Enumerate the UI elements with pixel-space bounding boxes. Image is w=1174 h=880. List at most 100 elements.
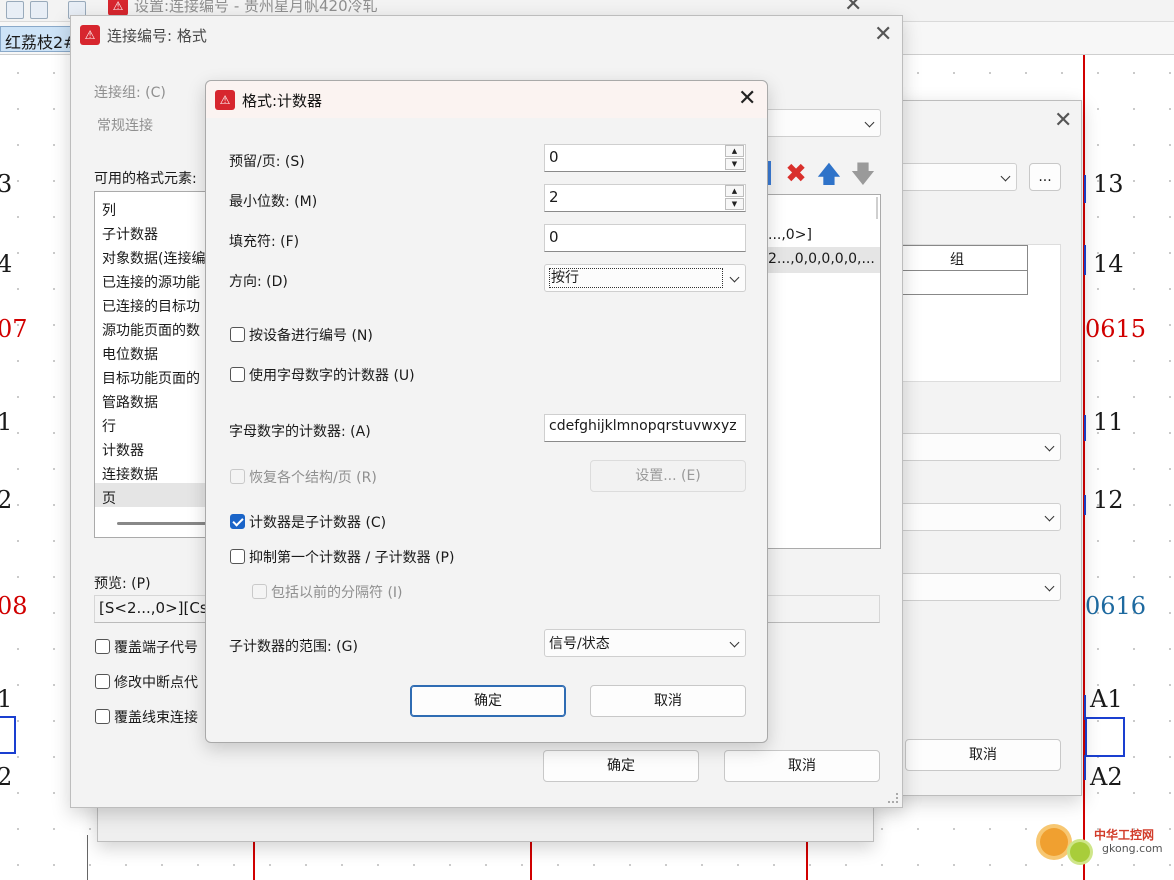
format-list[interactable]: ...,0>] 2...,0,0,0,0,0,... [761, 194, 881, 549]
close-icon[interactable]: ✕ [738, 88, 756, 110]
min-digits-label: 最小位数: (M) [229, 194, 318, 210]
list-item[interactable]: 计数器 [102, 440, 144, 460]
delete-icon[interactable]: ✖ [782, 160, 810, 188]
right-number: A2 [1090, 763, 1123, 791]
min-digits-up-icon[interactable]: ▲ [725, 185, 744, 197]
wire-line [806, 840, 808, 880]
list-item[interactable]: 管路数据 [102, 392, 158, 412]
watermark-gear-icon [1040, 828, 1068, 856]
cancel-button[interactable]: 取消 [724, 750, 880, 782]
include-separator-label[interactable]: 包括以前的分隔符 (I) [271, 582, 403, 602]
subcounter-range-select[interactable]: 信号/状态 [544, 629, 746, 657]
format-item[interactable]: ...,0>] [768, 227, 812, 243]
resize-grip-icon[interactable] [888, 793, 898, 803]
overwrite-harness-checkbox[interactable] [95, 709, 110, 724]
reserve-up-icon[interactable]: ▲ [725, 145, 744, 157]
list-item[interactable]: 子计数器 [102, 224, 158, 244]
list-item[interactable]: 列 [102, 200, 116, 220]
undo-icon[interactable] [6, 1, 24, 19]
suppress-first-label[interactable]: 抑制第一个计数器 / 子计数器 (P) [249, 547, 454, 567]
background-window-title: 设置:连接编号 - 贵州星月帆420冷轧 [134, 0, 378, 15]
ok-button[interactable]: 确定 [543, 750, 699, 782]
ok-button[interactable]: 确定 [410, 685, 566, 717]
cancel-button[interactable]: 取消 [905, 739, 1061, 771]
restore-label[interactable]: 恢复各个结构/页 (R) [249, 467, 377, 487]
reserve-down-icon[interactable]: ▼ [725, 158, 744, 170]
list-item[interactable]: 连接数据 [102, 464, 158, 484]
alnum-counter-label[interactable]: 使用字母数字的计数器 (U) [249, 365, 415, 385]
list-item[interactable]: 电位数据 [102, 344, 158, 364]
left-number: 2 [0, 763, 13, 791]
subcounter-range-value: 信号/状态 [549, 636, 610, 652]
list-item[interactable]: 源功能页面的数 [102, 320, 200, 340]
direction-select[interactable]: 按行 [544, 264, 746, 292]
min-digits-stepper[interactable]: 2 [544, 184, 746, 212]
close-icon[interactable]: ✕ [874, 24, 892, 46]
dropdown-1[interactable] [877, 433, 1061, 461]
dialog-title: 格式:计数器 [242, 92, 323, 110]
list-item[interactable]: 对象数据(连接编 [102, 248, 205, 268]
overwrite-terminal-checkbox[interactable] [95, 639, 110, 654]
terminal-mark [1084, 415, 1086, 441]
border-line [87, 835, 88, 880]
column-header-group: 组 [950, 252, 964, 268]
left-number: 2 [0, 486, 13, 514]
by-device-label[interactable]: 按设备进行编号 (N) [249, 325, 373, 345]
left-number: 07 [0, 315, 28, 343]
more-button[interactable]: ... [1029, 163, 1061, 191]
dropdown-2[interactable] [877, 503, 1061, 531]
list-item[interactable]: 已连接的目标功 [102, 296, 200, 316]
move-up-icon[interactable]: 🡅 [815, 160, 843, 188]
modify-breakpoint-checkbox[interactable] [95, 674, 110, 689]
suppress-first-checkbox[interactable] [230, 549, 245, 564]
settings-button[interactable]: 设置... (E) [590, 460, 746, 492]
terminal-mark [1084, 245, 1086, 275]
alnum-counter-checkbox[interactable] [230, 367, 245, 382]
is-subcounter-label[interactable]: 计数器是子计数器 (C) [249, 512, 386, 532]
right-number: 0616 [1085, 592, 1147, 620]
watermark-gear-icon [1070, 842, 1090, 862]
dropdown-3[interactable] [877, 573, 1061, 601]
checkbox-label[interactable]: 覆盖端子代号 [114, 637, 198, 657]
left-number: 08 [0, 592, 28, 620]
list-item[interactable]: 目标功能页面的 [102, 368, 200, 388]
direction-label: 方向: (D) [229, 274, 288, 290]
reserve-label: 预留/页: (S) [229, 154, 305, 170]
restore-checkbox[interactable] [230, 469, 245, 484]
is-subcounter-checkbox[interactable] [230, 514, 245, 529]
checkbox-label[interactable]: 覆盖线束连接 [114, 707, 198, 727]
list-scroll-mark [876, 197, 878, 219]
watermark-url: gkong.com [1102, 842, 1163, 855]
document-icon[interactable] [30, 1, 48, 19]
settings-dialog: ✕ ... 组 取消 [877, 100, 1082, 796]
reserve-stepper[interactable]: 0 [544, 144, 746, 172]
right-number: 11 [1093, 408, 1124, 436]
alnum-chars-field[interactable]: cdefghijklmnopqrstuvwxyz [544, 414, 746, 442]
subcounter-range-label: 子计数器的范围: (G) [229, 639, 358, 655]
group-label: 连接组: (C) [94, 85, 166, 101]
horizontal-scrollbar[interactable] [117, 522, 217, 525]
app-logo-icon: ⚠ [80, 25, 100, 45]
include-separator-checkbox[interactable] [252, 584, 267, 599]
list-item[interactable]: 页 [102, 488, 116, 508]
left-number: 1 [0, 685, 13, 713]
counter-dialog: ⚠ 格式:计数器 ✕ 预留/页: (S) 0 ▲ ▼ 最小位数: (M) 2 ▲… [205, 80, 768, 743]
group-select[interactable] [761, 109, 881, 137]
move-down-icon[interactable]: 🡇 [849, 160, 877, 188]
list-item[interactable]: 行 [102, 416, 116, 436]
format-item[interactable]: 2...,0,0,0,0,0,... [768, 251, 875, 267]
terminal-mark [1084, 175, 1086, 203]
fill-field[interactable]: 0 [544, 224, 746, 252]
close-icon[interactable]: ✕ [1054, 110, 1072, 132]
checkbox-label[interactable]: 修改中断点代 [114, 672, 198, 692]
group-value[interactable]: 常规连接 [97, 115, 153, 135]
by-device-checkbox[interactable] [230, 327, 245, 342]
background-close-icon[interactable]: ✕ [844, 0, 862, 16]
terminal-mark [1084, 755, 1086, 780]
left-number: 3 [0, 170, 13, 198]
cancel-button[interactable]: 取消 [590, 685, 746, 717]
min-digits-down-icon[interactable]: ▼ [725, 198, 744, 210]
list-item[interactable]: 已连接的源功能 [102, 272, 200, 292]
fill-label: 填充符: (F) [229, 234, 300, 250]
terminal-mark [1084, 495, 1086, 515]
